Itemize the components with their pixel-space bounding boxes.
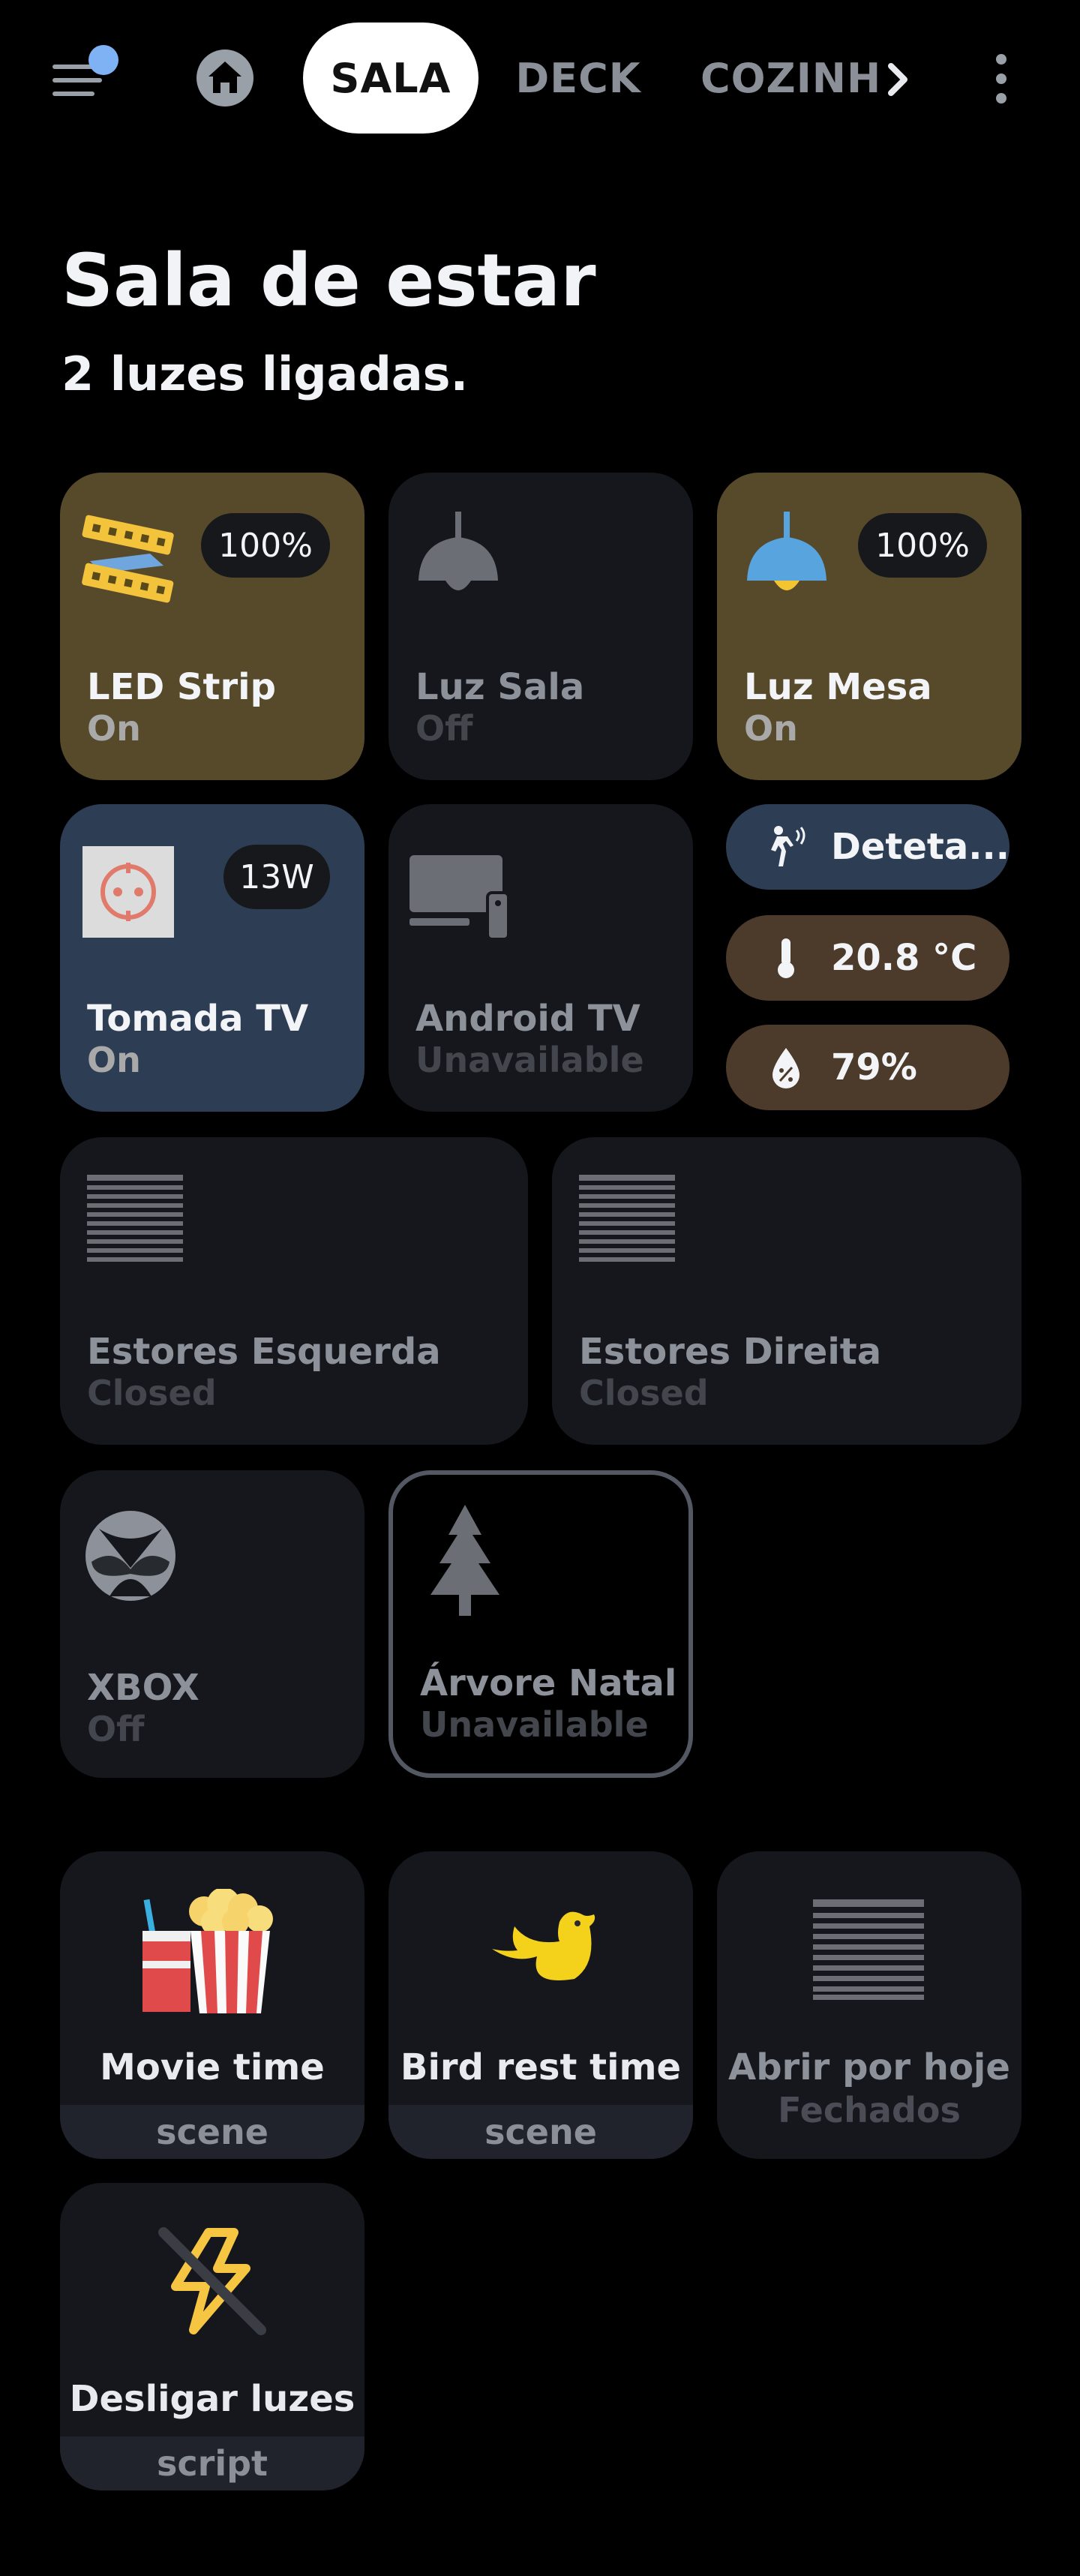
humidity-icon bbox=[764, 1045, 808, 1090]
tile-state: On bbox=[87, 708, 141, 749]
scene-name: Abrir por hoje bbox=[728, 2046, 1010, 2088]
tile-tomada-tv[interactable]: 13W Tomada TV On bbox=[60, 804, 364, 1112]
tab-sala[interactable]: SALA bbox=[303, 23, 478, 134]
more-vert-icon[interactable] bbox=[982, 50, 1022, 110]
tile-state: Off bbox=[87, 1709, 145, 1749]
scene-type: scene bbox=[388, 2105, 693, 2159]
chip-humidity[interactable]: 79% bbox=[726, 1025, 1010, 1110]
scene-name: Desligar luzes bbox=[69, 2378, 356, 2420]
notification-dot bbox=[88, 45, 118, 75]
tile-name: Tomada TV bbox=[87, 998, 309, 1040]
xbox-icon bbox=[84, 1509, 177, 1605]
page-subtitle: 2 luzes ligadas. bbox=[62, 347, 469, 401]
tile-arvore-natal[interactable]: Árvore Natal Unavailable bbox=[388, 1470, 693, 1778]
tab-deck[interactable]: DECK bbox=[507, 23, 650, 134]
tile-state: Unavailable bbox=[420, 1704, 649, 1745]
page-title: Sala de estar bbox=[62, 239, 596, 323]
chevron-right-icon[interactable] bbox=[874, 56, 922, 104]
scene-type: script bbox=[60, 2436, 364, 2490]
thermometer-icon bbox=[764, 935, 808, 980]
led-strip-icon bbox=[75, 512, 180, 608]
tile-state: On bbox=[87, 1040, 141, 1080]
scene-state: Fechados bbox=[778, 2090, 961, 2130]
tile-name: LED Strip bbox=[87, 666, 276, 708]
script-desligar-luzes[interactable]: Desligar luzes script bbox=[60, 2183, 364, 2490]
chip-label: Deteta... bbox=[831, 826, 1010, 868]
tile-led-strip[interactable]: 100% LED Strip On bbox=[60, 473, 364, 780]
tile-state: Closed bbox=[87, 1373, 217, 1413]
tile-state: Off bbox=[416, 708, 473, 749]
menu-button[interactable] bbox=[45, 45, 118, 113]
blinds-icon bbox=[87, 1175, 183, 1265]
tile-name: Android TV bbox=[416, 998, 640, 1040]
scene-bird-rest-time[interactable]: Bird rest time scene bbox=[388, 1851, 693, 2159]
blinds-icon bbox=[579, 1175, 675, 1265]
scene-name: Movie time bbox=[100, 2046, 325, 2088]
tile-estores-esquerda[interactable]: Estores Esquerda Closed bbox=[60, 1137, 528, 1445]
tile-name: XBOX bbox=[87, 1667, 200, 1709]
home-icon[interactable] bbox=[196, 50, 254, 107]
chip-motion-sensor[interactable]: Deteta... bbox=[726, 804, 1010, 890]
tile-name: Estores Direita bbox=[579, 1331, 882, 1373]
tile-state: Closed bbox=[579, 1373, 709, 1413]
tile-name: Luz Mesa bbox=[744, 666, 932, 708]
pine-tree-icon bbox=[428, 1505, 502, 1620]
tile-xbox[interactable]: XBOX Off bbox=[60, 1470, 364, 1778]
chip-label: 20.8 °C bbox=[831, 937, 977, 979]
tile-name: Estores Esquerda bbox=[87, 1331, 441, 1373]
tile-android-tv[interactable]: Android TV Unavailable bbox=[388, 804, 693, 1112]
tv-box-icon bbox=[410, 855, 514, 945]
tile-state: Unavailable bbox=[416, 1040, 644, 1080]
ceiling-lamp-icon bbox=[410, 512, 507, 608]
tile-luz-mesa[interactable]: 100% Luz Mesa On bbox=[717, 473, 1022, 780]
power-badge: 13W bbox=[224, 845, 330, 909]
tile-name: Luz Sala bbox=[416, 666, 585, 708]
flash-off-icon bbox=[156, 2225, 268, 2340]
tile-estores-direita[interactable]: Estores Direita Closed bbox=[552, 1137, 1022, 1445]
popcorn-icon bbox=[142, 1887, 278, 2019]
motion-sensor-icon bbox=[764, 824, 808, 869]
brightness-badge: 100% bbox=[858, 513, 987, 578]
blinds-icon bbox=[813, 1899, 924, 2003]
power-socket-icon bbox=[82, 846, 174, 938]
scene-movie-time[interactable]: Movie time scene bbox=[60, 1851, 364, 2159]
scene-abrir-por-hoje[interactable]: Abrir por hoje Fechados bbox=[717, 1851, 1022, 2159]
chip-temperature[interactable]: 20.8 °C bbox=[726, 915, 1010, 1001]
tile-state: On bbox=[744, 708, 798, 749]
tab-cozinha[interactable]: COZINH bbox=[700, 23, 880, 134]
tile-luz-sala[interactable]: Luz Sala Off bbox=[388, 473, 693, 780]
chip-label: 79% bbox=[831, 1046, 917, 1088]
tile-name: Árvore Natal bbox=[420, 1662, 677, 1704]
brightness-badge: 100% bbox=[201, 513, 330, 578]
scene-type: scene bbox=[60, 2105, 364, 2159]
bird-icon bbox=[484, 1904, 597, 2004]
ceiling-lamp-icon bbox=[738, 512, 836, 608]
scene-name: Bird rest time bbox=[400, 2046, 682, 2088]
